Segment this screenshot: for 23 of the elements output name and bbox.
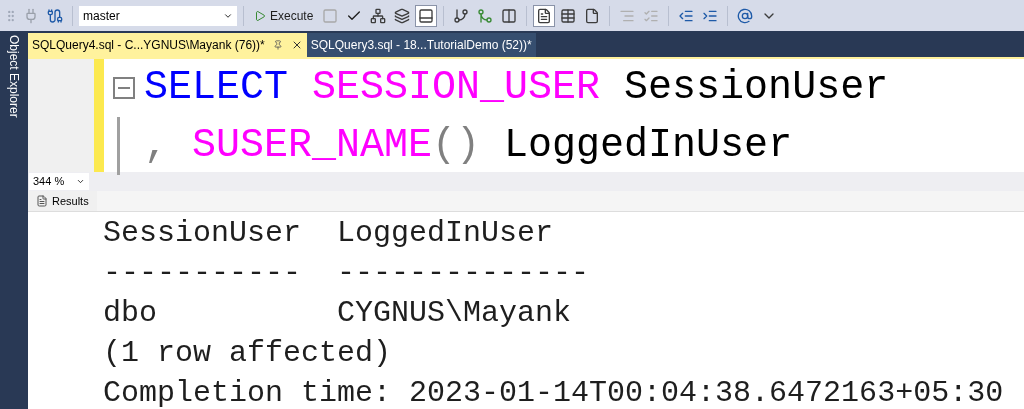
result-line: SessionUser LoggedInUser (103, 215, 554, 252)
document-tab[interactable]: SQLQuery4.sql - C...YGNUS\Mayank (76))* (28, 33, 307, 57)
caret-icon (76, 177, 85, 186)
result-line: ----------- -------------- (103, 255, 590, 292)
result-line: dbo CYGNUS\Mayank (103, 295, 572, 332)
change-marker (94, 115, 104, 172)
execute-button[interactable]: Execute (250, 4, 318, 27)
code-line: , SUSER_NAME() LoggedInUser (144, 122, 793, 170)
collapse-icon[interactable] (113, 77, 135, 99)
play-icon (254, 9, 266, 22)
database-dropdown[interactable]: master (79, 5, 237, 26)
object-explorer-tab[interactable]: Object Explorer (5, 35, 23, 409)
change-marker (94, 59, 104, 116)
code-line: SELECT SESSION_USER SessionUser (144, 64, 889, 112)
text-results-icon[interactable] (533, 4, 556, 27)
document-icon (36, 195, 48, 207)
zoom-dropdown[interactable]: 344 % (29, 173, 89, 190)
results-tab[interactable]: Results (28, 191, 97, 211)
pin-icon[interactable] (272, 40, 283, 50)
result-line: Completion time: 2023-01-14T00:04:38.6472163+05:30 (103, 375, 1004, 409)
result-line: (1 row affected) (103, 335, 392, 372)
document-tab[interactable]: SQLQuery3.sql - 18...TutorialDemo (52))* (306, 33, 536, 57)
panel-icon[interactable] (415, 4, 438, 27)
